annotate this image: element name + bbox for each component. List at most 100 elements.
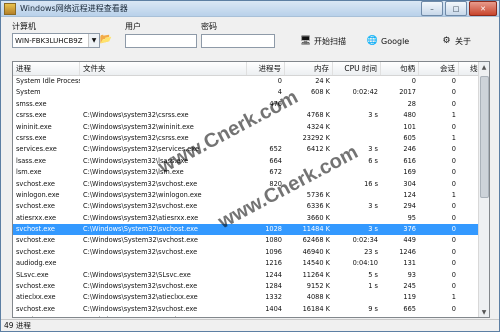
start-scan-button[interactable]: 🖥 开始扫描 xyxy=(300,34,346,48)
cell-process: svchost.exe xyxy=(16,202,55,211)
app-window: Windows网络远程进程查看器 – □ ✕ 计算机 WIN-FBK3LUHCB… xyxy=(0,0,500,332)
cell-memory: 608 K xyxy=(310,88,330,97)
table-row[interactable]: SLsvc.exe C:\Windows\system32\SLsvc.exe 12… xyxy=(13,270,489,281)
table-row[interactable]: audiodg.exe 1216 14540 K 0:04:10 131 0 xyxy=(13,258,489,269)
cell-memory: 6412 K xyxy=(306,145,330,154)
user-input[interactable] xyxy=(125,34,197,48)
column-header-memory[interactable]: 内存 xyxy=(285,62,333,75)
cell-cpu-time: 0:04:10 xyxy=(352,259,378,268)
cell-folder: C:\Windows\system32\csrss.exe xyxy=(83,133,189,142)
cell-cpu-time: 0:02:42 xyxy=(352,88,378,97)
cell-handles: 93 xyxy=(407,270,416,279)
chevron-down-icon[interactable]: ▼ xyxy=(88,34,99,47)
cell-process: lsm.exe xyxy=(16,168,42,177)
cell-cpu-time: 3 s xyxy=(368,202,378,211)
maximize-button[interactable]: □ xyxy=(445,1,467,16)
cell-session: 0 xyxy=(451,77,456,85)
table-row[interactable]: System4608 K0:02:422017012 xyxy=(13,87,489,98)
table-body: System Idle Process 0 24 K 0 0 System 4 608 K 0:… xyxy=(13,76,489,317)
cell-pid: 1028 xyxy=(265,225,282,234)
folder-open-icon[interactable]: 📂 xyxy=(100,33,112,45)
cell-cpu-time: 0:02:34 xyxy=(352,236,378,245)
cell-process: atiesrxx.exe xyxy=(16,213,57,222)
cell-folder: C:\Windows\System32\svchost.exe xyxy=(83,236,198,245)
table-row[interactable]: atiesrxx.exe C:\Windows\system32\atiesrxx… xyxy=(13,213,489,224)
cell-pid: 1080 xyxy=(265,236,282,245)
table-row[interactable]: lsm.exe C:\Windows\system32\lsm.exe 672 169… xyxy=(13,167,489,178)
table-row[interactable]: smss.exe 476 28 0 xyxy=(13,99,489,110)
cell-memory: 4324 K xyxy=(306,122,330,131)
cell-session: 0 xyxy=(451,202,456,211)
status-bar: 49 进程 xyxy=(1,319,499,331)
cell-session: 0 xyxy=(451,270,456,279)
column-header-cpu-time[interactable]: CPU 时间 xyxy=(333,62,381,75)
cell-folder: C:\Windows\system32\lsm.exe xyxy=(83,168,184,177)
column-header-folder[interactable]: 文件夹 xyxy=(80,62,247,75)
cell-handles: 101 xyxy=(403,122,416,131)
cell-handles: 605 xyxy=(403,133,416,142)
minimize-button[interactable]: – xyxy=(421,1,443,16)
cell-process: csrss.exe xyxy=(16,133,47,142)
table-row[interactable]: svchost.exe C:\Windows\System32\svchost.e… xyxy=(13,235,489,246)
cell-cpu-time: 3 s xyxy=(368,225,378,234)
scrollbar-thumb[interactable] xyxy=(480,76,489,198)
cell-process: svchost.exe xyxy=(16,304,55,313)
column-header-pid[interactable]: 进程号 xyxy=(247,62,285,75)
about-button[interactable]: ⚙ 关于 xyxy=(441,34,471,48)
table-row[interactable]: services.exe C:\Windows\system32\services… xyxy=(13,144,489,155)
cell-folder: C:\Windows\system32\atieclxx.exe xyxy=(83,293,198,302)
cell-handles: 246 xyxy=(403,145,416,154)
table-row[interactable]: svchost.exe C:\Windows\system32\svchost.e… xyxy=(13,179,489,190)
table-row[interactable]: csrss.exe C:\Windows\system32\csrss.exe 47… xyxy=(13,110,489,121)
table-header: 进程 文件夹 进程号 内存 CPU 时间 句柄 会话 线程 xyxy=(13,62,489,76)
table-row[interactable]: atieclxx.exe C:\Windows\system32\atieclxx… xyxy=(13,292,489,303)
table-row[interactable]: svchost.exe C:\Windows\system32\svchost.e… xyxy=(13,304,489,315)
cell-cpu-time xyxy=(333,133,381,144)
cell-folder: C:\Windows\system32\svchost.exe xyxy=(83,282,198,291)
cell-session: 0 xyxy=(451,122,456,131)
cell-pid: 820 xyxy=(269,179,282,188)
table-row[interactable]: spoolsv.exeC:\Windows\System32\spoolsv.e… xyxy=(13,315,489,317)
cell-memory: 5736 K xyxy=(306,190,330,199)
column-header-handles[interactable]: 句柄 xyxy=(381,62,419,75)
cell-session: 0 xyxy=(451,213,456,222)
cell-session: 0 xyxy=(451,99,456,108)
table-row[interactable]: System Idle Process 0 24 K 0 0 xyxy=(13,76,489,87)
cell-handles: 616 xyxy=(403,156,416,165)
cell-process: svchost.exe xyxy=(16,236,55,245)
cell-session: 0 xyxy=(451,247,456,256)
computer-combobox[interactable]: WIN-FBK3LUHCB9Z ▼ xyxy=(12,33,100,48)
table-row[interactable]: svchost.exe C:\Windows\system32\svchost.e… xyxy=(13,281,489,292)
table-row[interactable]: svchost.exe C:\Windows\system32\svchost.e… xyxy=(13,201,489,212)
cell-memory xyxy=(285,167,333,178)
table-row[interactable]: lsass.exe C:\Windows\system32\lsass.exe 66… xyxy=(13,156,489,167)
password-input[interactable] xyxy=(201,34,275,48)
table-row[interactable]: csrss.exe C:\Windows\system32\csrss.exe 23… xyxy=(13,133,489,144)
cell-memory: 9152 K xyxy=(306,282,330,291)
cell-folder xyxy=(80,99,247,110)
column-header-session[interactable]: 会话 xyxy=(419,62,459,75)
process-table[interactable]: 进程 文件夹 进程号 内存 CPU 时间 句柄 会话 线程 System Idl… xyxy=(12,61,490,318)
cell-session: 1 xyxy=(451,190,456,199)
cell-cpu-time xyxy=(333,167,381,178)
cell-memory: 3660 K xyxy=(306,213,330,222)
scroll-up-icon[interactable]: ▲ xyxy=(479,62,489,72)
cell-handles: 1246 xyxy=(399,247,416,256)
cell-handles: 119 xyxy=(403,293,416,302)
table-row[interactable]: wininit.exe C:\Windows\system32\wininit.e… xyxy=(13,122,489,133)
cell-process: audiodg.exe xyxy=(16,259,57,268)
cell-folder: C:\Windows\System32\svchost.exe xyxy=(83,225,198,234)
cell-folder: C:\Windows\System32\spoolsv.exe xyxy=(80,315,247,317)
table-row[interactable]: svchost.exe C:\Windows\system32\svchost.e… xyxy=(13,247,489,258)
cell-folder: C:\Windows\system32\svchost.exe xyxy=(83,247,198,256)
column-header-process[interactable]: 进程 xyxy=(13,62,80,75)
google-button[interactable]: 🌐 Google xyxy=(367,34,409,48)
table-row[interactable]: svchost.exe C:\Windows\System32\svchost.e… xyxy=(13,224,489,236)
cell-handles: 2017 xyxy=(399,88,416,97)
vertical-scrollbar[interactable]: ▲ ▼ xyxy=(478,62,489,317)
scroll-down-icon[interactable]: ▼ xyxy=(479,307,489,317)
table-row[interactable]: winlogon.exe C:\Windows\system32\winlogon… xyxy=(13,190,489,201)
close-button[interactable]: ✕ xyxy=(469,1,497,16)
cell-folder xyxy=(80,87,247,98)
cell-memory: 11484 K xyxy=(302,225,330,234)
